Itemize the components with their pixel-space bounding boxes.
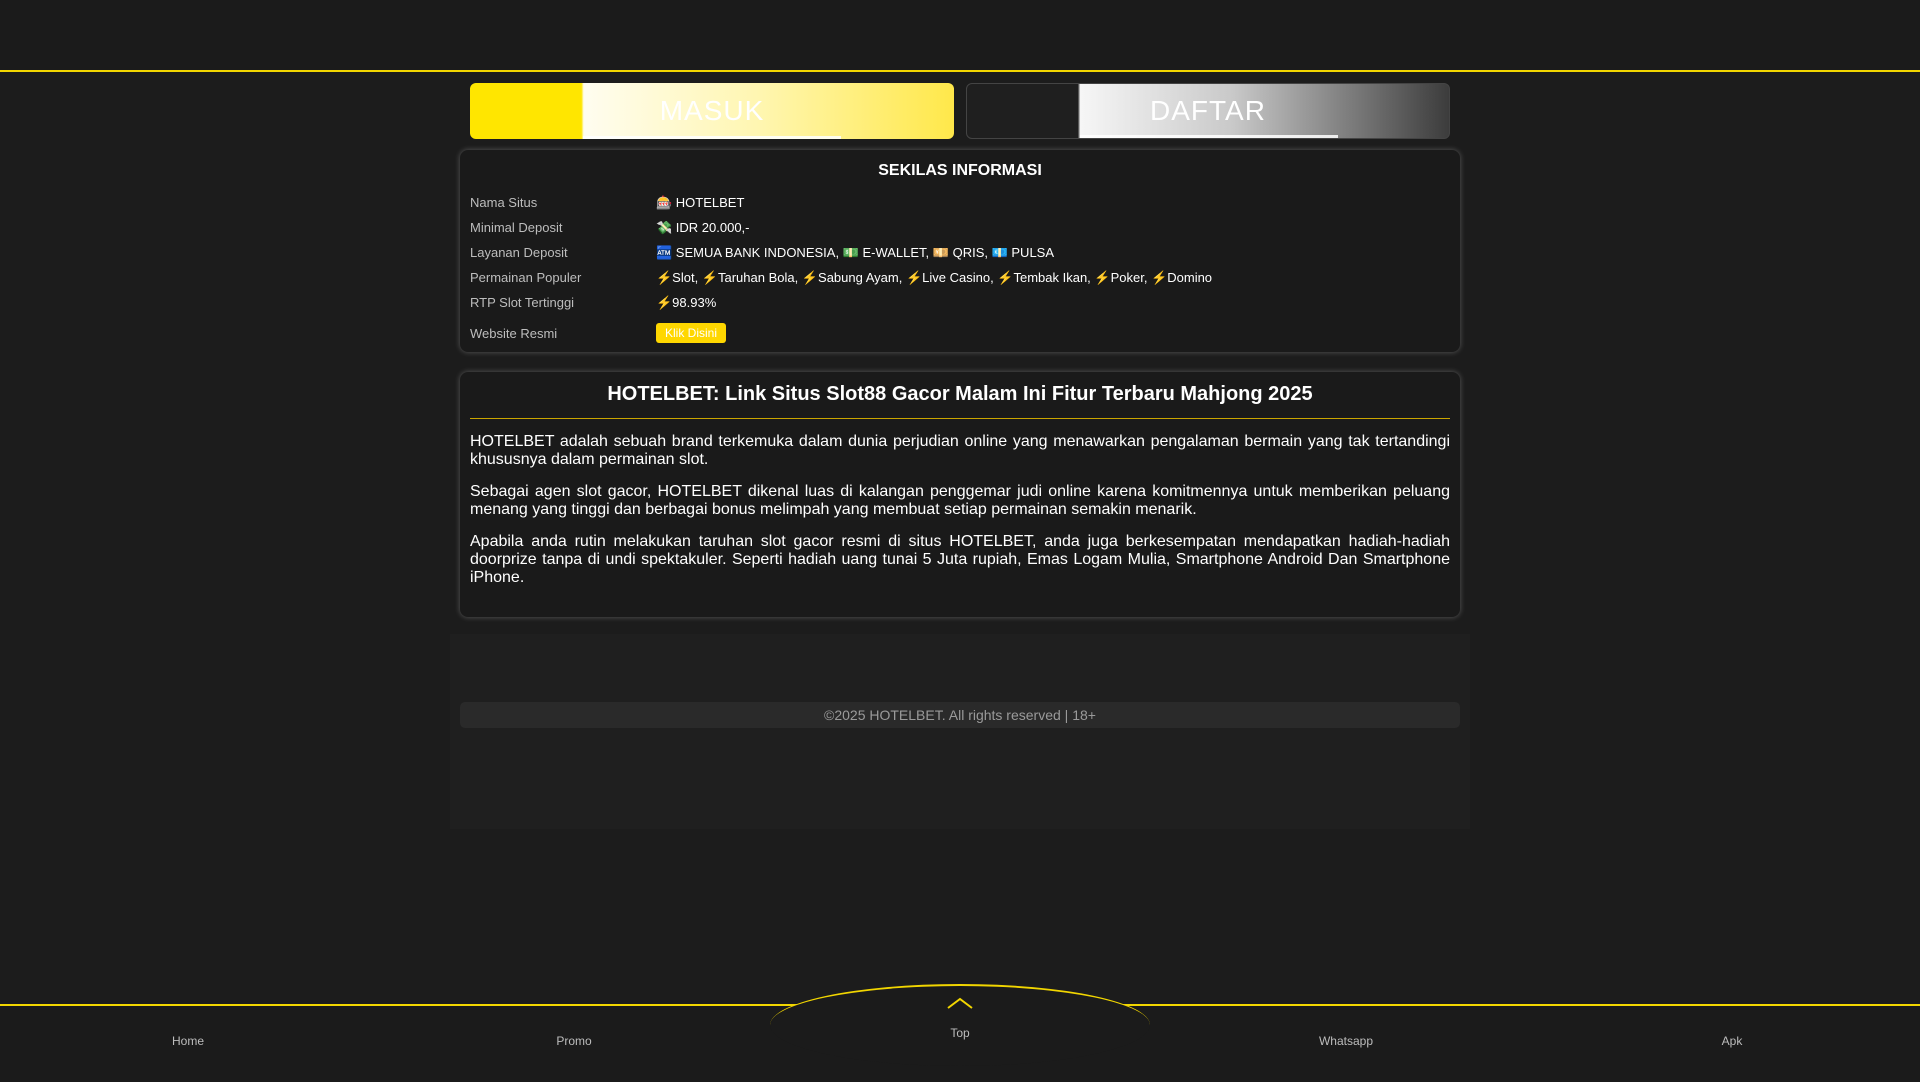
article-panel: HOTELBET: Link Situs Slot88 Gacor Malam … — [460, 372, 1460, 617]
article-title: HOTELBET: Link Situs Slot88 Gacor Malam … — [470, 383, 1450, 419]
nav-top[interactable]: Top — [900, 1026, 1020, 1040]
auth-buttons: MASUK DAFTAR — [470, 83, 1450, 139]
info-value: 🎰 HOTELBET — [656, 194, 745, 210]
info-row-website: Website Resmi Klik Disini — [470, 315, 1450, 351]
info-key: Nama Situs — [470, 195, 538, 210]
nav-whatsapp[interactable]: Whatsapp — [1286, 1034, 1406, 1048]
nav-promo[interactable]: Promo — [514, 1034, 634, 1048]
info-title: SEKILAS INFORMASI — [878, 162, 1042, 179]
info-key: RTP Slot Tertinggi — [470, 295, 575, 310]
info-row-min-deposit: Minimal Deposit 💸 IDR 20.000,- — [470, 215, 1450, 240]
info-value: ⚡98.93% — [656, 294, 717, 310]
article-paragraph: Sebagai agen slot gacor, HOTELBET dikena… — [470, 483, 1450, 518]
register-button-underline — [1080, 135, 1338, 138]
info-panel: SEKILAS INFORMASI Nama Situs 🎰 HOTELBET … — [460, 150, 1460, 352]
nav-apk[interactable]: Apk — [1672, 1034, 1792, 1048]
visit-site-button[interactable]: Klik Disini — [656, 323, 727, 343]
chevron-up-icon[interactable] — [946, 996, 974, 1010]
info-row-site-name: Nama Situs 🎰 HOTELBET — [470, 190, 1450, 215]
login-button-underline — [583, 136, 841, 139]
article-paragraph: HOTELBET adalah sebuah brand terkemuka d… — [470, 433, 1450, 468]
article-paragraph: Apabila anda rutin melakukan taruhan slo… — [470, 533, 1450, 586]
info-value: 🏧 SEMUA BANK INDONESIA, 💵 E-WALLET, 💴 QR… — [656, 244, 1055, 260]
info-key: Layanan Deposit — [470, 245, 568, 260]
info-value: Klik Disini — [656, 323, 727, 343]
login-button[interactable]: MASUK — [470, 83, 954, 139]
info-key: Permainan Populer — [470, 270, 582, 285]
info-value: 💸 IDR 20.000,- — [656, 219, 750, 235]
top-header-bar — [0, 0, 1920, 72]
info-key: Minimal Deposit — [470, 220, 563, 235]
login-button-label: MASUK — [659, 95, 765, 126]
copyright-text: ©2025 HOTELBET. All rights reserved | 18… — [460, 702, 1460, 728]
register-button[interactable]: DAFTAR — [966, 83, 1450, 139]
info-row-rtp: RTP Slot Tertinggi ⚡98.93% — [470, 290, 1450, 315]
info-value: ⚡Slot, ⚡Taruhan Bola, ⚡Sabung Ayam, ⚡Liv… — [656, 269, 1213, 285]
info-key: Website Resmi — [470, 325, 558, 341]
footer: ©2025 HOTELBET. All rights reserved | 18… — [450, 634, 1470, 829]
nav-home[interactable]: Home — [128, 1034, 248, 1048]
info-row-popular-games: Permainan Populer ⚡Slot, ⚡Taruhan Bola, … — [470, 265, 1450, 290]
register-button-label: DAFTAR — [1150, 95, 1266, 126]
info-row-deposit-services: Layanan Deposit 🏧 SEMUA BANK INDONESIA, … — [470, 240, 1450, 265]
